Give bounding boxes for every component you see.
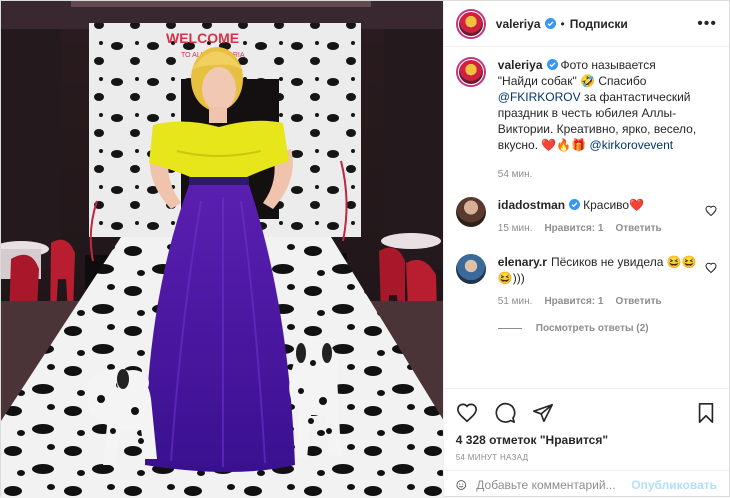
commenter-username[interactable]: elenary.r: [498, 255, 547, 269]
commenter-avatar[interactable]: [455, 254, 486, 284]
comment-meta: 15 мин. Нравится: 1 Ответить: [498, 221, 699, 237]
like-heart-icon[interactable]: [456, 402, 478, 424]
like-comment-heart-icon[interactable]: [705, 262, 717, 274]
add-comment-bar: Опубликовать: [443, 470, 729, 498]
comment-likes[interactable]: Нравится: 1: [544, 221, 603, 237]
comments-list: valeriya Фото называется "Найди собак" 🤣 …: [444, 47, 729, 388]
following-button[interactable]: Подписки: [570, 17, 628, 31]
view-replies-label: Посмотреть ответы (2): [535, 323, 649, 334]
caption-username[interactable]: valeriya: [498, 58, 543, 72]
post-header: valeriya • Подписки •••: [443, 1, 729, 47]
mention-link[interactable]: @FKIRKOROV: [498, 90, 581, 104]
publish-button[interactable]: Опубликовать: [631, 478, 717, 492]
caption-meta: 54 мин.: [498, 167, 699, 183]
comment-item: idadostman Красиво❤️ 15 мин. Нравится: 1 …: [455, 197, 717, 237]
action-icons: [456, 395, 717, 431]
replies-divider-line: [497, 328, 522, 329]
post-timestamp[interactable]: 54 МИНУТ НАЗАД: [456, 453, 717, 462]
mention-link[interactable]: @kirkorovevent: [590, 138, 674, 152]
welcome-sign: WELCOME: [166, 30, 239, 46]
view-replies-button[interactable]: Посмотреть ответы (2): [497, 323, 717, 334]
verified-badge-icon: [569, 199, 581, 210]
post-photo[interactable]: WELCOME TO ALLA-VICTORIA: [1, 1, 443, 498]
comment-bubble-icon[interactable]: [494, 402, 516, 424]
comment-likes[interactable]: Нравится: 1: [544, 294, 603, 310]
emoji-smiley-icon[interactable]: [456, 474, 467, 496]
commenter-avatar[interactable]: [455, 197, 486, 227]
photo-scene: WELCOME TO ALLA-VICTORIA: [1, 1, 443, 498]
share-send-icon[interactable]: [532, 402, 554, 424]
likes-count[interactable]: 4 328 отметок "Нравится": [456, 433, 717, 447]
comment-time[interactable]: 51 мин.: [498, 294, 533, 310]
verified-badge-icon: [546, 59, 558, 70]
instagram-post: WELCOME TO ALLA-VICTORIA: [0, 0, 730, 498]
comment-item: elenary.r Пёсиков не увидела 😆😆😆))) 51 ми…: [455, 254, 717, 310]
caption-time[interactable]: 54 мин.: [498, 167, 533, 183]
bookmark-icon[interactable]: [695, 402, 717, 424]
comment-text: Красиво❤️: [583, 198, 645, 212]
caption-avatar[interactable]: [455, 57, 486, 87]
more-options-icon[interactable]: •••: [697, 15, 717, 33]
author-username[interactable]: valeriya: [496, 17, 541, 31]
header-separator: •: [560, 16, 565, 31]
reply-button[interactable]: Ответить: [615, 221, 661, 237]
caption: valeriya Фото называется "Найди собак" 🤣 …: [455, 57, 717, 183]
post-side-panel: valeriya • Подписки ••• valeriya Фото наз…: [442, 1, 729, 498]
like-comment-heart-icon[interactable]: [705, 205, 717, 217]
comment-input[interactable]: [476, 477, 632, 492]
comment-time[interactable]: 15 мин.: [498, 221, 533, 237]
verified-badge-icon: [544, 18, 556, 29]
comment-meta: 51 мин. Нравится: 1 Ответить: [498, 294, 699, 310]
author-avatar[interactable]: [455, 8, 486, 39]
reply-button[interactable]: Ответить: [615, 294, 661, 310]
commenter-username[interactable]: idadostman: [498, 198, 565, 212]
